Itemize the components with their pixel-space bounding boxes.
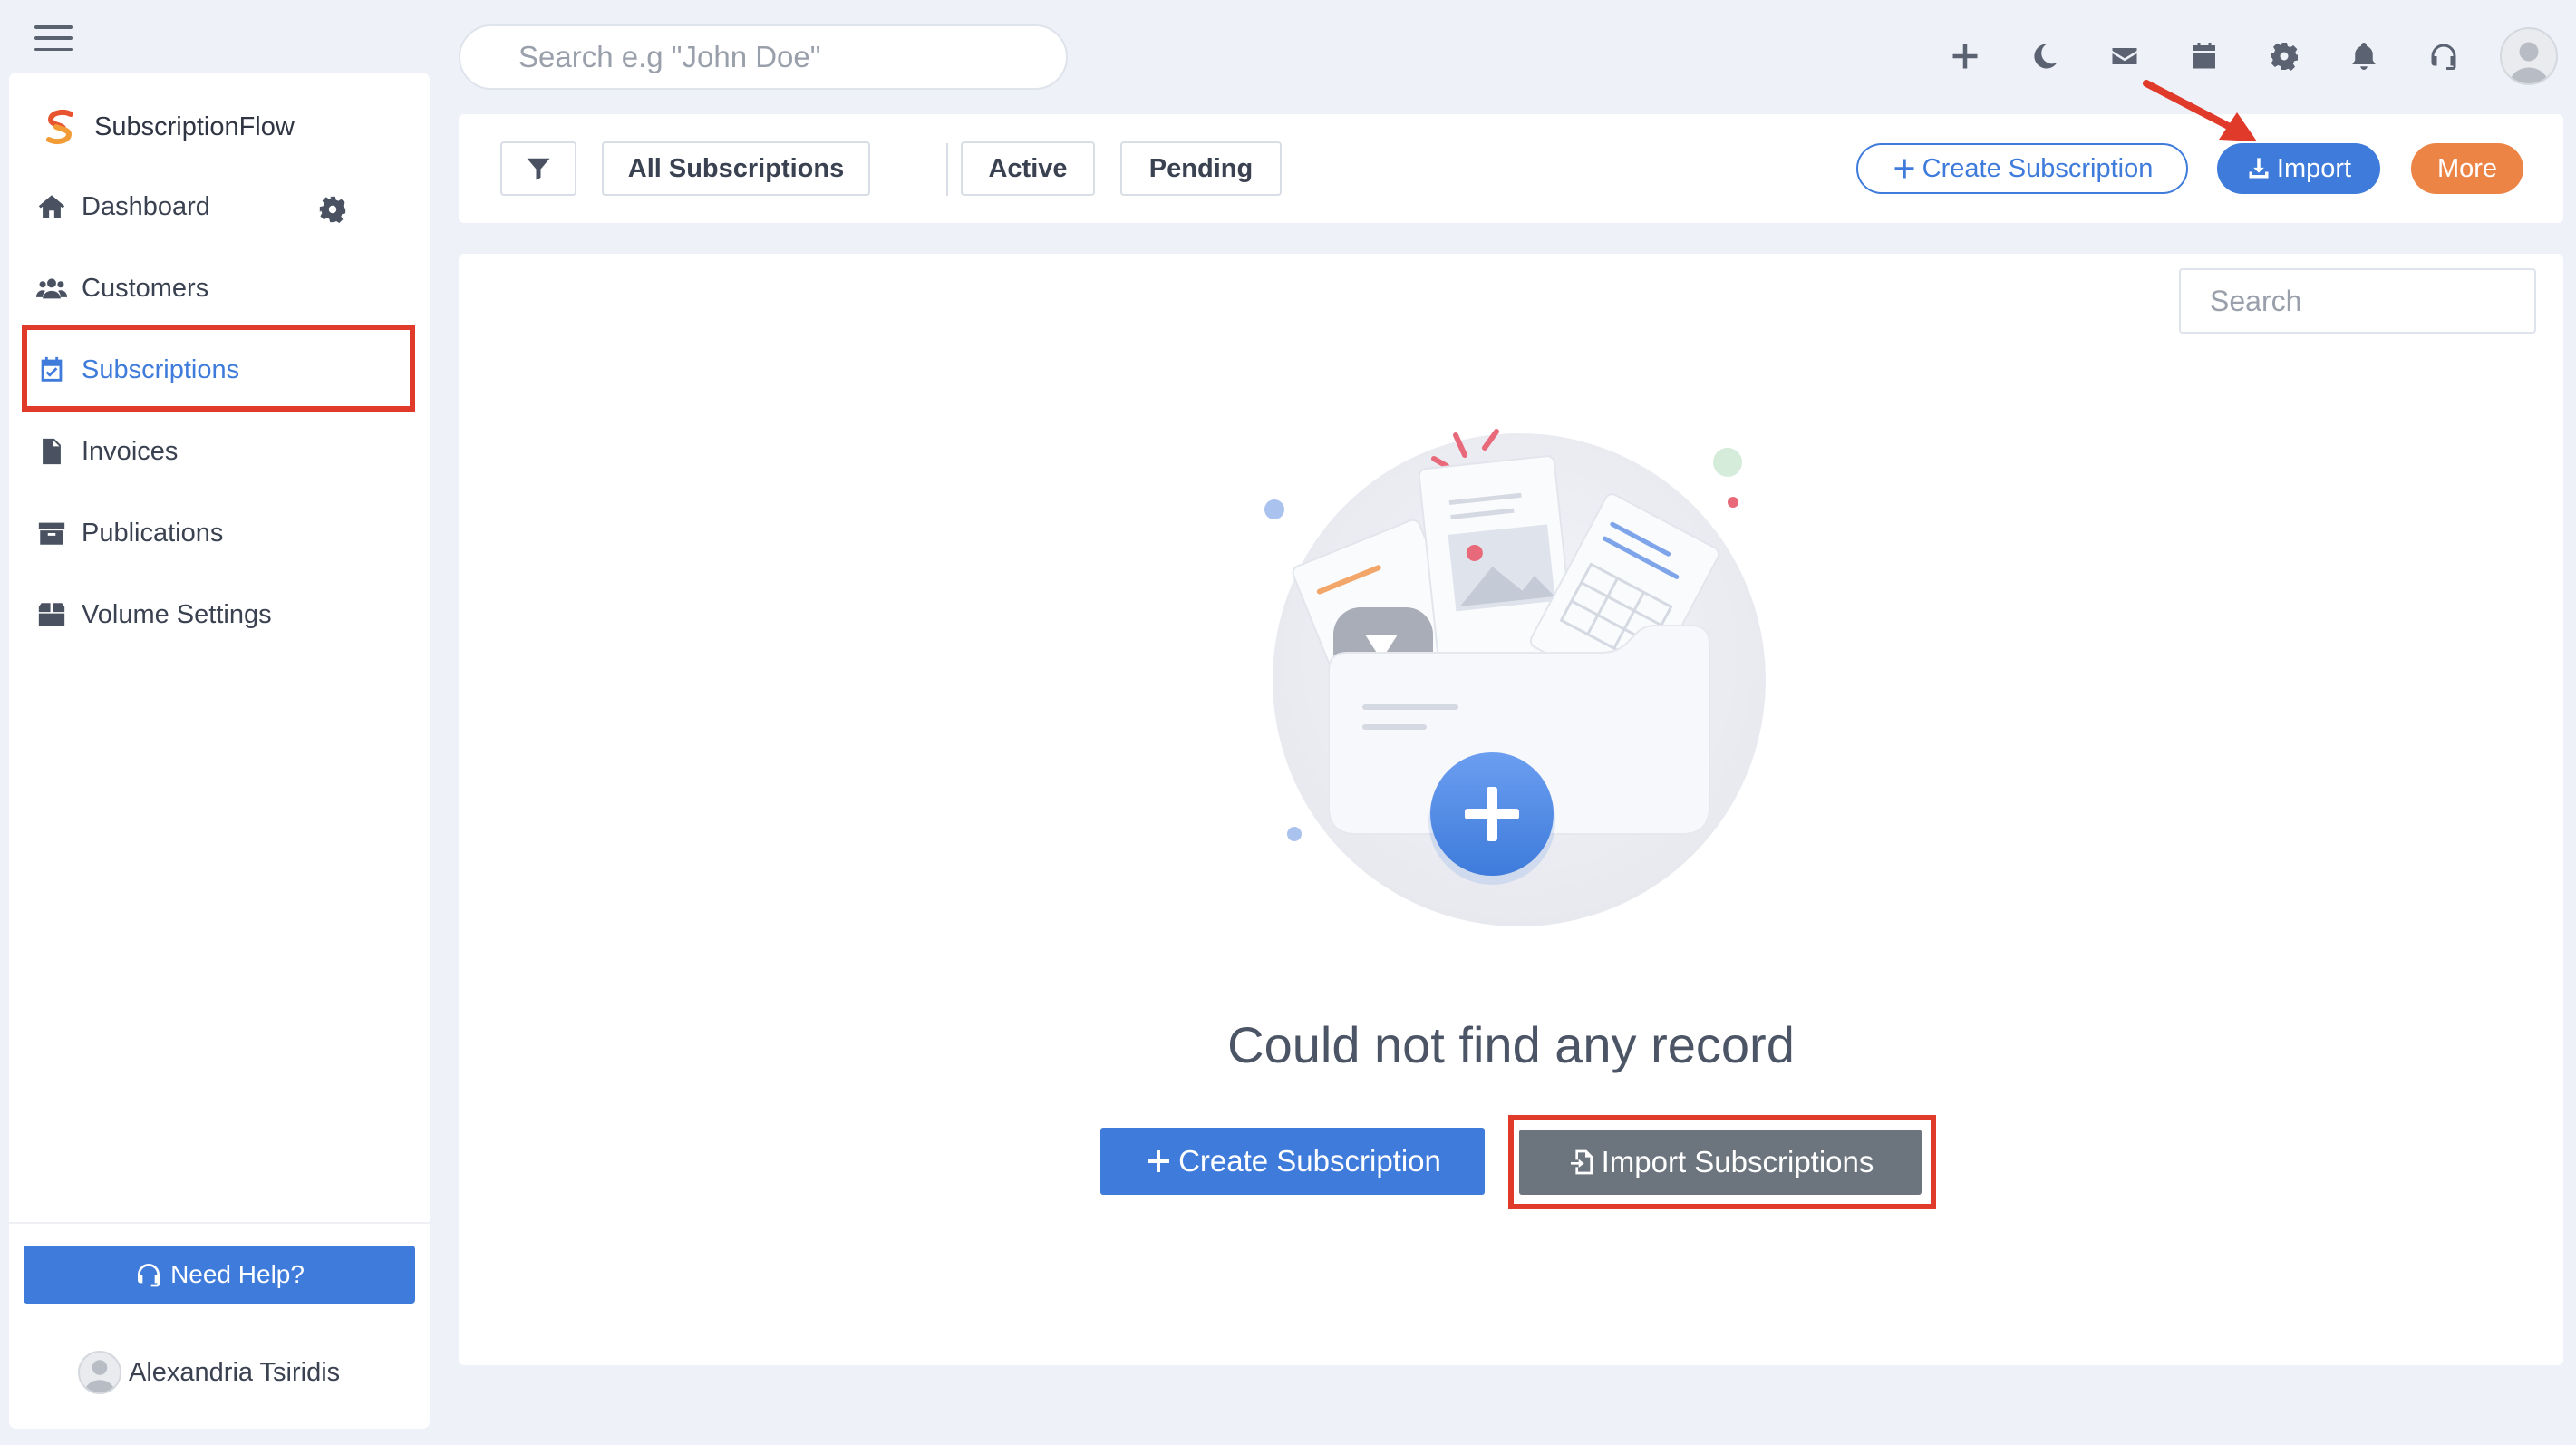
archive-icon xyxy=(38,522,65,545)
sidebar-item-label: Invoices xyxy=(82,436,179,466)
user-name: Alexandria Tsiridis xyxy=(129,1357,341,1387)
box-icon xyxy=(38,603,65,626)
headset-icon[interactable] xyxy=(2424,36,2464,76)
sidebar-item-volume-settings[interactable]: Volume Settings xyxy=(36,587,399,642)
sidebar-item-label: Dashboard xyxy=(82,191,210,221)
sidebar: SubscriptionFlow Dashboard Customers Sub… xyxy=(9,73,430,1429)
dashboard-settings-gear-icon[interactable] xyxy=(317,194,348,225)
sidebar-item-dashboard[interactable]: Dashboard xyxy=(36,179,399,234)
empty-create-subscription-button[interactable]: Create Subscription xyxy=(1100,1128,1485,1195)
download-icon xyxy=(2249,158,2269,179)
headset-icon xyxy=(138,1264,160,1287)
subscriptionflow-logo xyxy=(46,110,73,144)
subscriptions-highlight-box xyxy=(22,325,415,412)
brand-name: SubscriptionFlow xyxy=(94,112,295,141)
plus-icon[interactable] xyxy=(1945,36,1985,76)
sidebar-item-label: Publications xyxy=(82,518,224,548)
more-button[interactable]: More xyxy=(2411,143,2523,194)
import-label: Import xyxy=(2276,153,2352,183)
global-search-input[interactable] xyxy=(459,24,1068,90)
sidebar-item-customers[interactable]: Customers xyxy=(36,261,399,315)
moon-icon[interactable] xyxy=(2025,36,2065,76)
empty-state-message: Could not find any record xyxy=(1227,1016,1795,1073)
bell-icon[interactable] xyxy=(2344,36,2384,76)
import-button[interactable]: Import xyxy=(2217,143,2380,194)
user-avatar xyxy=(78,1351,121,1394)
gear-icon[interactable] xyxy=(2264,36,2304,76)
empty-folder-illustration xyxy=(1264,429,1766,926)
users-icon xyxy=(36,278,67,299)
sidebar-item-publications[interactable]: Publications xyxy=(36,506,399,560)
invoice-icon xyxy=(43,438,61,465)
create-subscription-label: Create Subscription xyxy=(1178,1144,1441,1178)
user-profile[interactable]: Alexandria Tsiridis xyxy=(78,1351,340,1394)
filter-pending[interactable]: Pending xyxy=(1120,141,1282,196)
import-subscriptions-highlight-box xyxy=(1508,1115,1936,1209)
create-subscription-label: Create Subscription xyxy=(1922,153,2154,183)
filter-button[interactable] xyxy=(500,141,576,196)
annotation-arrow-icon xyxy=(2143,80,2257,141)
calendar-icon[interactable] xyxy=(2184,36,2224,76)
home-icon xyxy=(38,195,65,218)
need-help-button[interactable]: Need Help? xyxy=(24,1246,415,1304)
divider xyxy=(9,1222,430,1224)
toolbar-separator xyxy=(946,143,948,196)
user-avatar[interactable] xyxy=(2500,27,2558,85)
brand[interactable]: SubscriptionFlow xyxy=(38,105,295,149)
envelope-icon[interactable] xyxy=(2105,36,2145,76)
menu-toggle-icon[interactable] xyxy=(34,25,73,51)
table-search-input[interactable] xyxy=(2179,268,2536,334)
sidebar-item-invoices[interactable]: Invoices xyxy=(36,424,399,479)
sidebar-item-label: Customers xyxy=(82,273,209,303)
need-help-label: Need Help? xyxy=(170,1260,305,1288)
create-subscription-button[interactable]: Create Subscription xyxy=(1856,143,2188,194)
plus-icon xyxy=(1148,1150,1170,1172)
subscriptions-panel: Could not find any record Create Subscri… xyxy=(459,254,2563,1365)
filter-icon xyxy=(527,158,550,180)
sidebar-item-label: Volume Settings xyxy=(82,599,272,629)
plus-icon xyxy=(1894,159,1914,179)
filter-active[interactable]: Active xyxy=(961,141,1095,196)
filter-all-subscriptions[interactable]: All Subscriptions xyxy=(602,141,870,196)
